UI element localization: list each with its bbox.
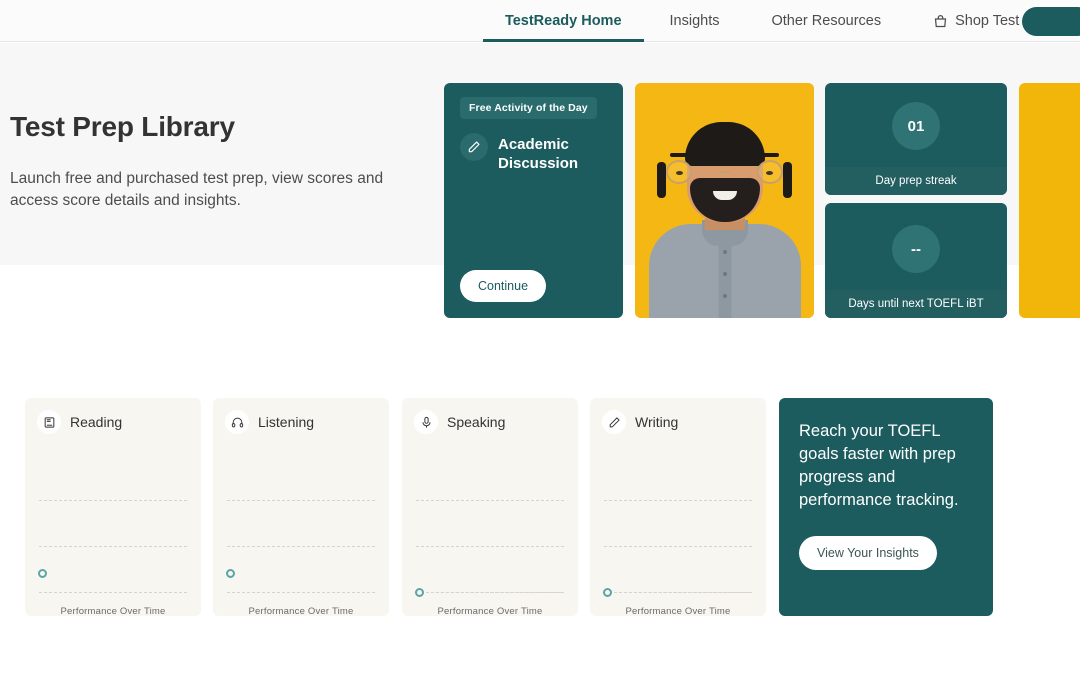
free-activity-badge: Free Activity of the Day (460, 97, 597, 119)
photo-eyebrow-right (761, 153, 779, 157)
nav-item-label: Other Resources (771, 13, 882, 29)
data-point-marker (38, 569, 47, 578)
photo-glasses-right-lens (757, 160, 783, 184)
skill-header: Reading (37, 410, 189, 434)
top-navigation-bar: TestReady Home Insights Other Resources … (0, 0, 1080, 42)
headphones-icon (225, 410, 249, 434)
day-prep-streak-card: 01 Day prep streak (825, 83, 1007, 195)
skill-name: Writing (635, 414, 679, 430)
grid-line (604, 546, 752, 547)
performance-chart: Performance Over Time (414, 442, 566, 617)
performance-chart: Performance Over Time (225, 442, 377, 617)
nav-item-label: TestReady Home (504, 13, 622, 29)
data-point-marker (226, 569, 235, 578)
testready-home-page: TestReady Home Insights Other Resources … (0, 0, 1080, 675)
photo-glasses-left-lens (666, 160, 692, 184)
photo-shirt-button (722, 272, 727, 276)
grid-line (416, 500, 564, 501)
promo-photo-card (635, 83, 814, 318)
chart-caption: Performance Over Time (60, 606, 166, 617)
skill-header: Speaking (414, 410, 566, 434)
data-point-marker (603, 588, 612, 597)
page-title: Test Prep Library (10, 111, 235, 142)
nav-item-insights[interactable]: Insights (644, 0, 746, 42)
nav-item-label: Insights (669, 13, 720, 29)
carousel-next-card-peek[interactable] (1019, 83, 1080, 318)
grid-line (416, 546, 564, 547)
skill-name: Reading (70, 414, 123, 430)
performance-chart: Performance Over Time (602, 442, 754, 617)
days-until-value: -- (892, 225, 940, 273)
data-point-marker (415, 588, 424, 597)
photo-sideburn-left (657, 162, 666, 198)
skill-card-speaking[interactable]: Speaking Performance Over Time (402, 398, 578, 617)
trend-line (614, 592, 750, 593)
microphone-icon (414, 410, 438, 434)
chart-caption: Performance Over Time (437, 606, 543, 617)
skill-card-reading[interactable]: Reading Performance Over Time (25, 398, 201, 617)
grid-line (39, 592, 187, 593)
skill-header: Listening (225, 410, 377, 434)
days-until-label: Days until next TOEFL iBT (825, 290, 1007, 318)
chart-caption: Performance Over Time (625, 606, 731, 617)
performance-chart: Performance Over Time (37, 442, 189, 617)
chart-caption: Performance Over Time (248, 606, 354, 617)
grid-line (39, 546, 187, 547)
promo-text: Reach your TOEFL goals faster with prep … (799, 422, 959, 509)
nav-item-other-resources[interactable]: Other Resources (746, 0, 908, 42)
continue-button[interactable]: Continue (460, 270, 547, 302)
skill-name: Listening (258, 414, 315, 430)
grid-line (604, 500, 752, 501)
streak-value: 01 (892, 102, 940, 150)
insights-promo-card: Reach your TOEFL goals faster with prep … (779, 398, 993, 616)
trend-line (426, 592, 562, 593)
nav-item-list: TestReady Home Insights Other Resources … (482, 0, 1080, 42)
shopping-bag-icon (933, 14, 948, 29)
grid-line (227, 592, 375, 593)
skill-card-listening[interactable]: Listening Performance Over Time (213, 398, 389, 617)
book-icon (37, 410, 61, 434)
pencil-icon (460, 133, 488, 161)
photo-glasses-bridge (719, 171, 730, 173)
view-your-insights-button[interactable]: View Your Insights (799, 536, 937, 570)
activity-title: Academic Discussion (498, 136, 579, 172)
photo-eyebrow-left (670, 153, 688, 157)
account-menu-button[interactable] (1022, 7, 1080, 36)
pencil-icon (602, 410, 626, 434)
active-tab-underline (482, 39, 644, 42)
grid-line (227, 546, 375, 547)
streak-label: Day prep streak (825, 167, 1007, 195)
photo-sideburn-right (783, 162, 792, 198)
page-subtitle: Launch free and purchased test prep, vie… (10, 170, 384, 209)
skill-header: Writing (602, 410, 754, 434)
skill-name: Speaking (447, 414, 506, 430)
photo-shirt-button (722, 294, 727, 298)
skill-card-writing[interactable]: Writing Performance Over Time (590, 398, 766, 617)
activity-title-row: Academic Discussion (460, 133, 607, 173)
grid-line (227, 500, 375, 501)
free-activity-of-the-day-card[interactable]: Free Activity of the Day Academic Discus… (444, 83, 623, 318)
grid-line (39, 500, 187, 501)
photo-shirt-button (722, 250, 727, 254)
nav-item-testready-home[interactable]: TestReady Home (482, 0, 644, 42)
days-until-test-card: -- Days until next TOEFL iBT (825, 203, 1007, 318)
